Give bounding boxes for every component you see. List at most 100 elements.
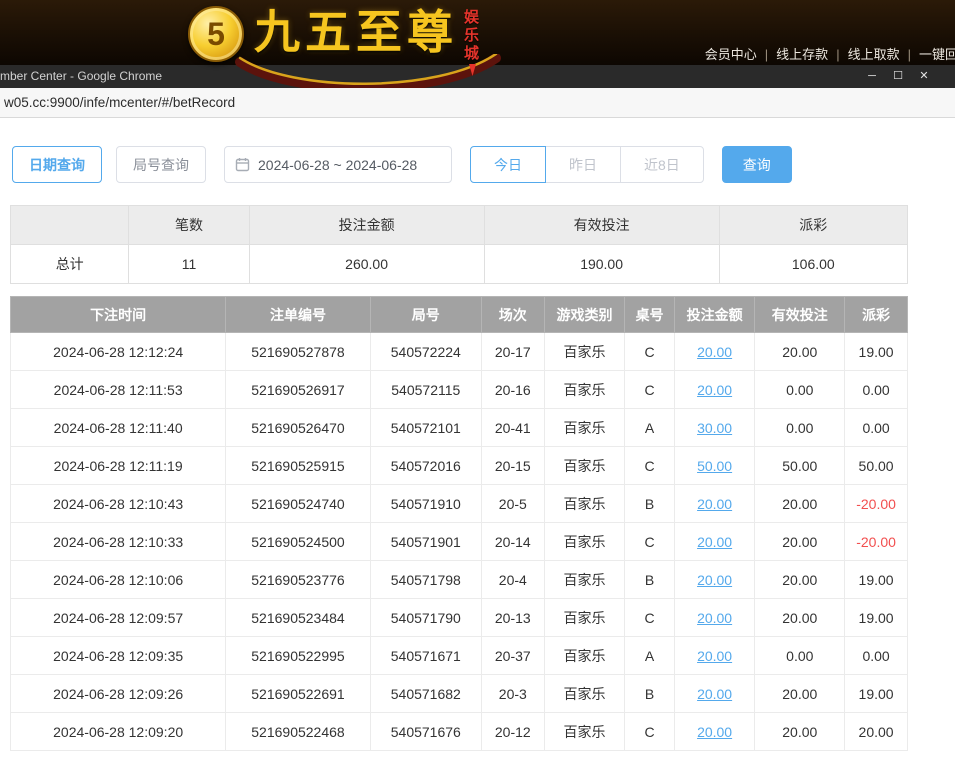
minimize-icon[interactable]: ─ [859, 65, 885, 88]
cell-bet-amount: 20.00 [674, 371, 755, 409]
cell-bet-time: 2024-06-28 12:10:43 [11, 485, 226, 523]
nav-link-2[interactable]: 线上取款 [844, 47, 904, 62]
table-row: 2024-06-28 12:12:24521690527878540572224… [11, 333, 908, 371]
date-range-input[interactable]: 2024-06-28 ~ 2024-06-28 [224, 146, 452, 183]
cell-payout: -20.00 [845, 485, 908, 523]
cell-order-no: 521690522691 [226, 675, 370, 713]
url-bar[interactable]: w05.cc:9900/infe/mcenter/#/betRecord [0, 88, 955, 118]
nav-link-1[interactable]: 线上存款 [772, 47, 832, 62]
records-tbody: 2024-06-28 12:12:24521690527878540572224… [11, 333, 908, 751]
bet-amount-link[interactable]: 20.00 [697, 610, 732, 626]
bet-amount-link[interactable]: 20.00 [697, 686, 732, 702]
records-header-row: 下注时间注单编号局号场次游戏类别桌号投注金额有效投注派彩 [11, 297, 908, 333]
table-row: 2024-06-28 12:09:26521690522691540571682… [11, 675, 908, 713]
cell-bet-time: 2024-06-28 12:09:35 [11, 637, 226, 675]
col-header-order-no: 注单编号 [226, 297, 370, 333]
cell-valid-bet: 20.00 [755, 675, 845, 713]
summary-total-valid-bet: 190.00 [484, 245, 719, 284]
table-row: 2024-06-28 12:10:43521690524740540571910… [11, 485, 908, 523]
bet-amount-link[interactable]: 20.00 [697, 344, 732, 360]
cell-game-type: 百家乐 [544, 371, 625, 409]
cell-valid-bet: 20.00 [755, 333, 845, 371]
col-header-round-no: 局号 [370, 297, 481, 333]
quick-range-group: 今日 昨日 近8日 [470, 146, 704, 183]
cell-round-no: 540571901 [370, 523, 481, 561]
cell-bet-time: 2024-06-28 12:09:20 [11, 713, 226, 751]
cell-session: 20-14 [481, 523, 544, 561]
page-content: 日期查询 局号查询 2024-06-28 ~ 2024-06-28 今日 昨日 … [0, 118, 955, 769]
cell-valid-bet: 50.00 [755, 447, 845, 485]
maximize-icon[interactable]: ☐ [885, 65, 911, 88]
cell-game-type: 百家乐 [544, 485, 625, 523]
cell-order-no: 521690525915 [226, 447, 370, 485]
bet-amount-link[interactable]: 20.00 [697, 382, 732, 398]
table-row: 2024-06-28 12:10:33521690524500540571901… [11, 523, 908, 561]
bet-amount-link[interactable]: 20.00 [697, 724, 732, 740]
cell-table-no: C [625, 447, 674, 485]
bet-amount-link[interactable]: 50.00 [697, 458, 732, 474]
nav-separator: | [904, 47, 915, 62]
bet-amount-link[interactable]: 20.00 [697, 572, 732, 588]
table-row: 2024-06-28 12:09:57521690523484540571790… [11, 599, 908, 637]
bet-amount-link[interactable]: 30.00 [697, 420, 732, 436]
cell-order-no: 521690523776 [226, 561, 370, 599]
cell-order-no: 521690522468 [226, 713, 370, 751]
summary-total-label: 总计 [11, 245, 129, 284]
window-title: mber Center - Google Chrome [0, 65, 162, 88]
bet-records-table: 下注时间注单编号局号场次游戏类别桌号投注金额有效投注派彩 2024-06-28 … [10, 296, 908, 751]
summary-total-bet-amount: 260.00 [249, 245, 484, 284]
cell-table-no: B [625, 561, 674, 599]
cell-round-no: 540571682 [370, 675, 481, 713]
cell-game-type: 百家乐 [544, 447, 625, 485]
yesterday-button[interactable]: 昨日 [545, 146, 621, 183]
col-header-bet-amount: 投注金额 [674, 297, 755, 333]
cell-payout: 0.00 [845, 637, 908, 675]
logo-subtitle: 娱乐城 [464, 9, 482, 63]
nav-link-3[interactable]: 一键回收 [915, 47, 955, 62]
cell-session: 20-3 [481, 675, 544, 713]
bet-amount-link[interactable]: 20.00 [697, 496, 732, 512]
cell-bet-amount: 20.00 [674, 333, 755, 371]
cell-valid-bet: 20.00 [755, 599, 845, 637]
cell-session: 20-13 [481, 599, 544, 637]
cell-table-no: C [625, 713, 674, 751]
bet-amount-link[interactable]: 20.00 [697, 648, 732, 664]
cell-order-no: 521690526917 [226, 371, 370, 409]
cell-table-no: C [625, 371, 674, 409]
col-header-session: 场次 [481, 297, 544, 333]
cell-bet-time: 2024-06-28 12:12:24 [11, 333, 226, 371]
nav-link-0[interactable]: 会员中心 [701, 47, 761, 62]
bet-amount-link[interactable]: 20.00 [697, 534, 732, 550]
cell-order-no: 521690522995 [226, 637, 370, 675]
cell-game-type: 百家乐 [544, 409, 625, 447]
cell-round-no: 540572101 [370, 409, 481, 447]
summary-header-blank [11, 206, 129, 245]
summary-header-row: 笔数 投注金额 有效投注 派彩 [11, 206, 908, 245]
search-button[interactable]: 查询 [722, 146, 792, 183]
close-icon[interactable]: ✕ [911, 65, 937, 88]
cell-payout: 50.00 [845, 447, 908, 485]
cell-valid-bet: 0.00 [755, 637, 845, 675]
cell-session: 20-5 [481, 485, 544, 523]
table-row: 2024-06-28 12:11:53521690526917540572115… [11, 371, 908, 409]
cell-payout: 19.00 [845, 675, 908, 713]
cell-bet-time: 2024-06-28 12:11:19 [11, 447, 226, 485]
cell-payout: 0.00 [845, 371, 908, 409]
cell-bet-amount: 30.00 [674, 409, 755, 447]
round-query-tab[interactable]: 局号查询 [116, 146, 206, 183]
last-8-days-button[interactable]: 近8日 [620, 146, 704, 183]
today-button[interactable]: 今日 [470, 146, 546, 183]
site-nav: 会员中心|线上存款|线上取款|一键回收 [701, 44, 955, 63]
cell-bet-amount: 20.00 [674, 675, 755, 713]
cell-valid-bet: 20.00 [755, 713, 845, 751]
cell-round-no: 540572224 [370, 333, 481, 371]
cell-bet-time: 2024-06-28 12:11:40 [11, 409, 226, 447]
cell-round-no: 540571671 [370, 637, 481, 675]
table-row: 2024-06-28 12:11:40521690526470540572101… [11, 409, 908, 447]
cell-game-type: 百家乐 [544, 637, 625, 675]
cell-bet-time: 2024-06-28 12:09:26 [11, 675, 226, 713]
cell-bet-amount: 20.00 [674, 599, 755, 637]
date-query-tab[interactable]: 日期查询 [12, 146, 102, 183]
cell-bet-amount: 20.00 [674, 561, 755, 599]
cell-bet-amount: 20.00 [674, 713, 755, 751]
